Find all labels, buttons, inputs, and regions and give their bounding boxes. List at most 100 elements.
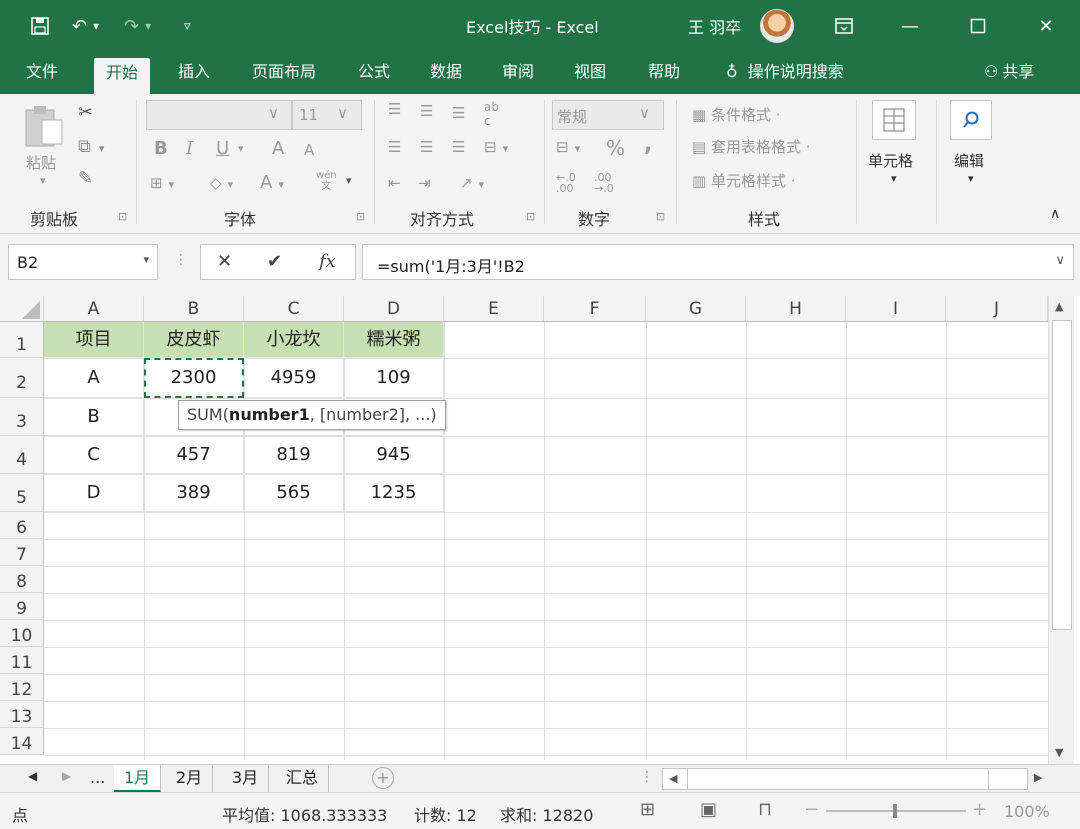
maximize-icon[interactable] [958, 8, 998, 44]
customize-qat-icon[interactable]: ▿ [184, 10, 191, 42]
page-break-view-icon[interactable]: ⊓ [758, 799, 772, 820]
sheet-tab-summary[interactable]: 汇总 [276, 765, 330, 793]
column-header[interactable]: H [746, 296, 846, 322]
spreadsheet-grid[interactable]: A B C D E F G H I J 1 2 3 4 5 6 7 8 9 10… [0, 296, 1048, 760]
more-sheets-button[interactable]: ... [80, 765, 115, 793]
cells-dropdown-icon[interactable]: ▾ [891, 172, 897, 185]
cells-icon[interactable] [872, 100, 916, 140]
orientation-icon[interactable]: ab c [484, 100, 499, 128]
italic-button[interactable]: I [186, 138, 193, 159]
tab-data[interactable]: 数据 [418, 52, 474, 94]
name-box[interactable]: B2 ▾ [8, 244, 158, 280]
sheet-tab-mar[interactable]: 3月 [222, 765, 270, 793]
tab-page-layout[interactable]: 页面布局 [240, 52, 328, 94]
cell-A5[interactable]: D [44, 474, 144, 512]
save-icon[interactable] [30, 10, 50, 42]
underline-button[interactable]: U [216, 138, 229, 159]
cell-B1[interactable]: 皮皮虾 [144, 322, 244, 358]
vertical-scroll-thumb[interactable] [1052, 320, 1072, 630]
tab-view[interactable]: 视图 [562, 52, 618, 94]
cells-button[interactable]: 单元格 [868, 150, 913, 171]
horizontal-scrollbar[interactable]: ◀ [662, 768, 1028, 790]
column-header[interactable]: A [44, 296, 144, 322]
number-format-select[interactable]: 常规 ∨ [552, 100, 664, 130]
align-top-icon[interactable]: ☰ [388, 100, 401, 118]
cell-C4[interactable]: 819 [244, 436, 344, 474]
align-left-icon[interactable]: ☰ [388, 138, 401, 156]
row-header[interactable]: 1 [0, 322, 44, 358]
search-icon[interactable] [950, 100, 992, 140]
copy-icon[interactable]: ⧉ ▾ [78, 136, 104, 157]
prev-sheet-icon[interactable]: ◀ [28, 769, 37, 783]
tab-formulas[interactable]: 公式 [346, 52, 402, 94]
column-header[interactable]: D [344, 296, 444, 322]
row-header[interactable]: 10 [0, 620, 44, 647]
row-header[interactable]: 6 [0, 512, 44, 539]
cell-A3[interactable]: B [44, 398, 144, 436]
formula-input[interactable]: =sum('1月:3月'!B2 ∨ [362, 244, 1074, 280]
sheet-tab-jan[interactable]: 1月 [114, 765, 162, 793]
text-direction-icon[interactable]: ↗ ▾ [460, 174, 484, 192]
sheet-tab-feb[interactable]: 2月 [166, 765, 214, 793]
count-value[interactable]: 计数: 12 [414, 802, 477, 826]
expand-formula-icon[interactable]: ∨ [1055, 253, 1065, 268]
minimize-icon[interactable]: — [890, 8, 930, 44]
editing-button[interactable]: 编辑 [954, 150, 984, 171]
font-launcher-icon[interactable]: ⊡ [356, 210, 365, 223]
insert-function-button[interactable]: fx [319, 251, 336, 272]
format-as-table-button[interactable]: ▤ 套用表格格式 · [692, 136, 811, 157]
percent-style-button[interactable]: % [606, 136, 625, 160]
cell-A2[interactable]: A [44, 358, 144, 398]
user-name[interactable]: 王 羽卒 [688, 14, 741, 38]
bold-button[interactable]: B [154, 138, 168, 159]
phonetic-dropdown-icon[interactable]: ▾ [346, 174, 352, 187]
comma-style-button[interactable]: , [644, 132, 652, 157]
column-header[interactable]: C [244, 296, 344, 322]
cell-styles-button[interactable]: ▥ 单元格样式 · [692, 170, 796, 191]
format-painter-icon[interactable]: ✎ [78, 168, 93, 189]
cell-A1[interactable]: 项目 [44, 322, 144, 358]
align-bottom-icon[interactable]: ☰ [452, 104, 465, 122]
scroll-up-icon[interactable]: ▲ [1055, 300, 1063, 313]
scroll-down-icon[interactable]: ▼ [1055, 746, 1063, 759]
close-icon[interactable]: ✕ [1026, 8, 1066, 44]
column-header[interactable]: I [846, 296, 946, 322]
zoom-out-icon[interactable]: − [804, 799, 819, 820]
cell-C1[interactable]: 小龙坎 [244, 322, 344, 358]
tab-insert[interactable]: 插入 [166, 52, 222, 94]
shrink-font-button[interactable]: A [304, 141, 314, 159]
underline-dropdown-icon[interactable]: ▾ [238, 142, 244, 155]
alignment-launcher-icon[interactable]: ⊡ [526, 210, 535, 223]
row-header[interactable]: 13 [0, 701, 44, 728]
cell-D5[interactable]: 1235 [344, 474, 444, 512]
scroll-left-icon[interactable]: ◀ [669, 772, 677, 785]
column-header[interactable]: G [646, 296, 746, 322]
align-right-icon[interactable]: ☰ [452, 138, 465, 156]
add-sheet-icon[interactable]: + [372, 767, 394, 789]
decrease-indent-icon[interactable]: ⇤ [388, 174, 401, 192]
splitter-icon[interactable]: ⋮ [640, 769, 654, 785]
paste-dropdown-icon[interactable]: ▾ [40, 174, 46, 187]
tab-review[interactable]: 审阅 [490, 52, 546, 94]
editing-dropdown-icon[interactable]: ▾ [968, 172, 974, 185]
column-header[interactable]: J [946, 296, 1048, 322]
cell-D2[interactable]: 109 [344, 358, 444, 398]
column-header[interactable]: F [544, 296, 646, 322]
phonetic-guide-button[interactable]: wén 文 [316, 170, 337, 192]
share-button[interactable]: ⚇ 共享 [972, 52, 1046, 94]
avatar[interactable] [760, 9, 794, 43]
cell-B5[interactable]: 389 [144, 474, 244, 512]
tab-file[interactable]: 文件 [14, 52, 70, 94]
cut-icon[interactable]: ✂ [78, 102, 93, 123]
redo-icon[interactable]: ↷ ▾ [124, 10, 151, 42]
tab-home[interactable]: 开始 [94, 58, 151, 94]
tab-help[interactable]: 帮助 [636, 52, 692, 94]
align-middle-icon[interactable]: ☰ [420, 102, 433, 120]
increase-decimal-icon[interactable]: ←.0.00 [556, 172, 576, 194]
column-header[interactable]: E [444, 296, 544, 322]
zoom-slider-handle[interactable] [893, 804, 897, 818]
page-layout-view-icon[interactable]: ▣ [700, 799, 717, 820]
horizontal-scroll-thumb[interactable] [687, 769, 989, 789]
merge-center-icon[interactable]: ⊟ ▾ [484, 138, 508, 156]
row-header[interactable]: 5 [0, 474, 44, 512]
